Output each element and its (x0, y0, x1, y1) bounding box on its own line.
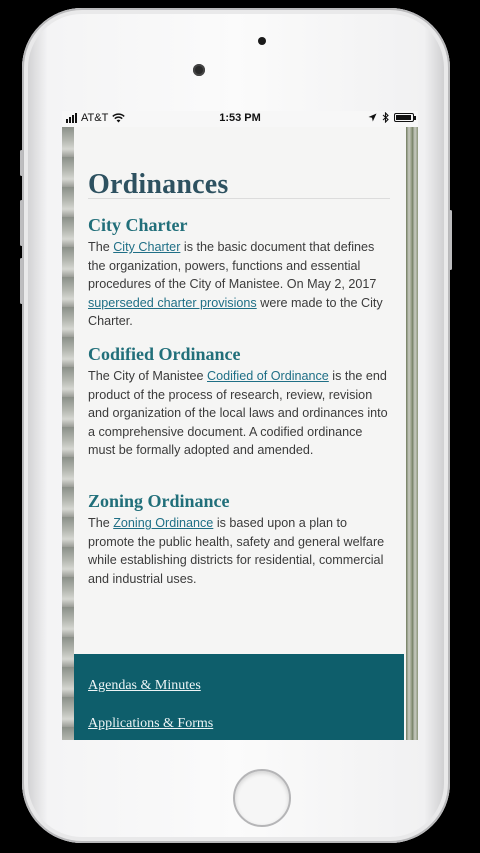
volume-down-button[interactable] (20, 258, 23, 304)
location-arrow-icon (368, 113, 377, 122)
status-time: 1:53 PM (219, 112, 261, 124)
section-heading: City Charter (88, 215, 188, 235)
text-run: The (88, 240, 114, 254)
volume-up-button[interactable] (20, 200, 23, 246)
city-charter-link[interactable]: City Charter (113, 240, 180, 254)
content-panel: Ordinances City Charter The City Charter… (74, 127, 406, 740)
zoning-ordinance-link[interactable]: Zoning Ordinance (113, 516, 213, 530)
bluetooth-icon (382, 112, 389, 123)
section-zoning-ordinance: Zoning Ordinance The Zoning Ordinance is… (88, 491, 388, 588)
superseded-charter-link[interactable]: superseded charter provisions (88, 296, 257, 310)
footer-nav: Agendas & Minutes Applications & Forms (74, 654, 404, 740)
page-title: Ordinances (88, 169, 229, 200)
text-run: The (88, 516, 114, 530)
mute-switch[interactable] (20, 150, 23, 176)
background-photo-left (62, 127, 74, 740)
section-heading: Codified Ordinance (88, 344, 241, 364)
front-camera (193, 64, 205, 76)
background-photo-right (406, 127, 418, 740)
codified-ordinance-link[interactable]: Codified of Ordinance (207, 369, 329, 383)
section-text: The City Charter is the basic document t… (88, 238, 388, 331)
power-button[interactable] (449, 210, 452, 270)
phone-screen: AT&T 1:53 PM Ordinances City Charter The… (62, 111, 418, 740)
battery-icon (394, 113, 416, 122)
nav-agendas-minutes[interactable]: Agendas & Minutes (88, 678, 201, 694)
section-text: The City of Manistee Codified of Ordinan… (88, 367, 388, 460)
section-heading: Zoning Ordinance (88, 491, 230, 511)
speaker-grill (258, 37, 266, 45)
nav-applications-forms[interactable]: Applications & Forms (88, 716, 213, 732)
section-text: The Zoning Ordinance is based upon a pla… (88, 514, 388, 588)
text-run: The City of Manistee (88, 369, 207, 383)
section-codified-ordinance: Codified Ordinance The City of Manistee … (88, 344, 388, 460)
status-bar: AT&T 1:53 PM (62, 111, 418, 127)
status-right-icons (368, 112, 416, 123)
home-button[interactable] (233, 769, 291, 827)
title-divider (88, 198, 390, 199)
section-city-charter: City Charter The City Charter is the bas… (88, 215, 388, 331)
